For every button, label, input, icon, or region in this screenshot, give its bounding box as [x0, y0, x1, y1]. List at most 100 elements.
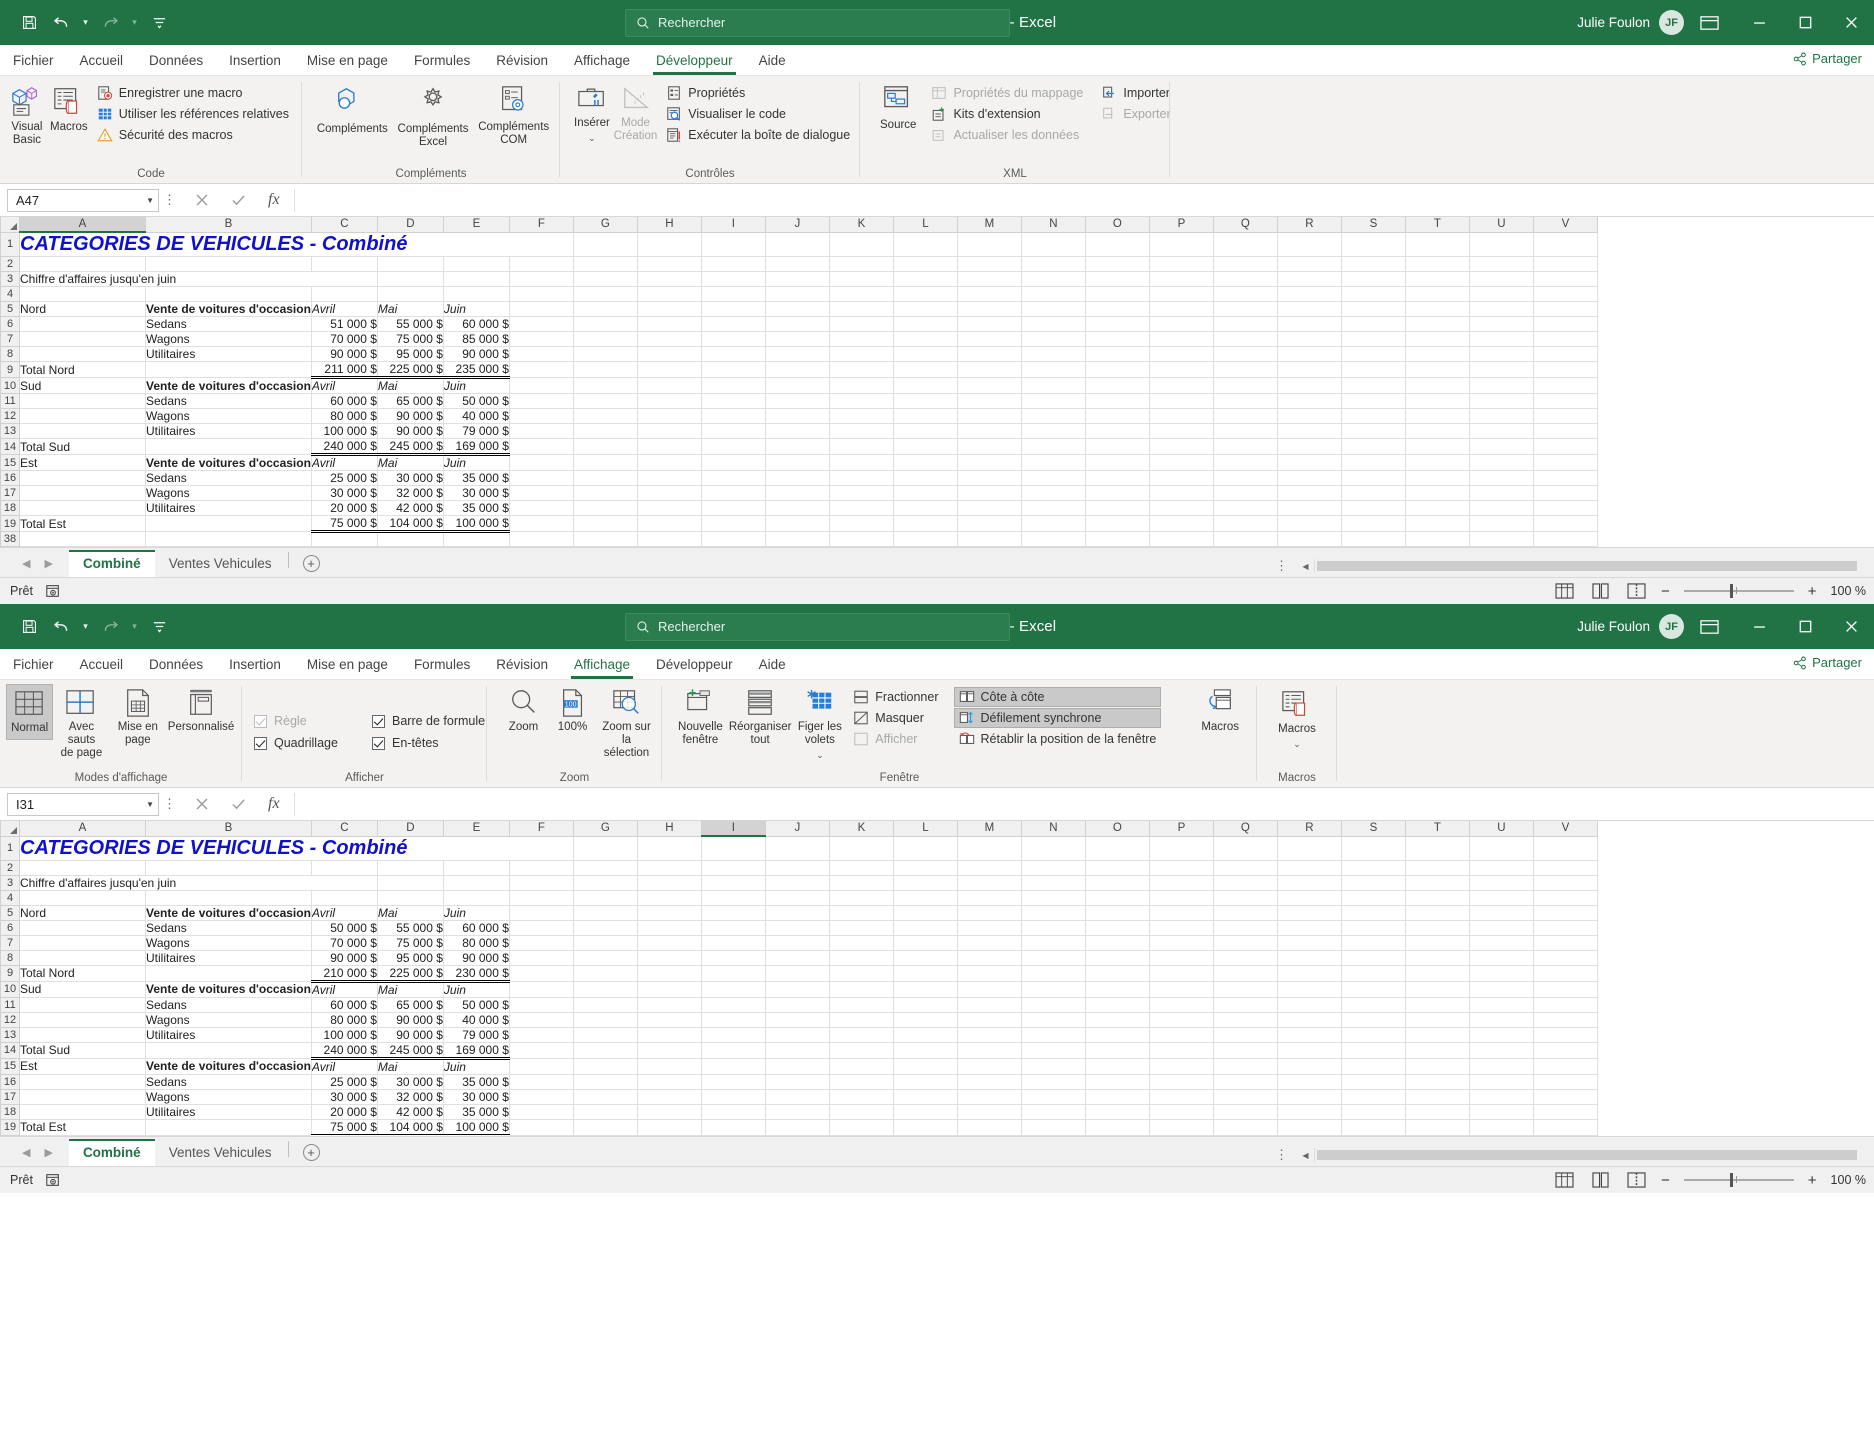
spreadsheet-cell[interactable] [573, 1012, 638, 1028]
column-header-a[interactable]: A [19, 821, 146, 837]
formula-input[interactable] [293, 188, 1868, 212]
row-header[interactable]: 13 [0, 1026, 20, 1043]
tab-developpeur[interactable]: Développeur [643, 45, 746, 75]
spreadsheet-cell[interactable]: 100 000 $ [311, 1027, 378, 1043]
spreadsheet-cell[interactable] [957, 905, 1022, 921]
spreadsheet-cell[interactable] [1277, 423, 1342, 439]
spreadsheet-cell[interactable] [957, 1027, 1022, 1043]
spreadsheet-cell[interactable]: Mai [377, 1058, 444, 1075]
spreadsheet-cell[interactable] [1341, 454, 1406, 471]
spreadsheet-cell[interactable]: Total Sud [19, 438, 146, 455]
spreadsheet-cell[interactable] [1405, 454, 1470, 471]
spreadsheet-cell[interactable]: 90 000 $ [443, 346, 510, 362]
spreadsheet-cell[interactable]: 79 000 $ [443, 1027, 510, 1043]
spreadsheet-cell[interactable] [19, 950, 146, 966]
next-sheet-icon[interactable]: ▶ [44, 1146, 52, 1159]
spreadsheet-cell[interactable] [311, 256, 378, 272]
spreadsheet-cell[interactable] [1341, 890, 1406, 906]
spreadsheet-cell[interactable] [1021, 836, 1086, 861]
insert-function-icon[interactable]: fx [268, 795, 280, 813]
spreadsheet-cell[interactable] [637, 981, 702, 998]
spreadsheet-cell[interactable] [1405, 890, 1470, 906]
spreadsheet-cell[interactable] [443, 890, 510, 906]
spreadsheet-cell[interactable] [1277, 935, 1342, 951]
spreadsheet-cell[interactable] [957, 981, 1022, 998]
spreadsheet-cell[interactable] [1213, 232, 1278, 257]
spreadsheet-cell[interactable] [957, 286, 1022, 302]
spreadsheet-cell[interactable] [1021, 377, 1086, 394]
spreadsheet-cell[interactable] [19, 1104, 146, 1120]
spreadsheet-cell[interactable] [1277, 393, 1342, 409]
spreadsheet-cell[interactable] [1021, 393, 1086, 409]
spreadsheet-cell[interactable] [1085, 393, 1150, 409]
close-button[interactable] [1828, 0, 1874, 45]
spreadsheet-cell[interactable] [1405, 905, 1470, 921]
spreadsheet-cell[interactable] [1277, 836, 1342, 861]
spreadsheet-cell[interactable] [573, 935, 638, 951]
quadrillage-checkbox[interactable]: Quadrillage [248, 732, 366, 754]
spreadsheet-cell[interactable] [1085, 875, 1150, 891]
spreadsheet-cell[interactable] [1405, 1012, 1470, 1028]
spreadsheet-cell[interactable]: 32 000 $ [377, 485, 444, 501]
spreadsheet-cell[interactable] [509, 256, 574, 272]
spreadsheet-cell[interactable] [1469, 232, 1534, 257]
macros-button[interactable]: Macros ⌄ [1263, 684, 1331, 754]
spreadsheet-cell[interactable] [1213, 393, 1278, 409]
sheet-title-cell[interactable]: CATEGORIES DE VEHICULES - Combiné [19, 232, 510, 257]
spreadsheet-cell[interactable] [1405, 920, 1470, 936]
spreadsheet-row[interactable]: 7 Wagons 70 000 $75 000 $85 000 $ [0, 331, 1598, 347]
spreadsheet-cell[interactable] [1341, 1027, 1406, 1043]
row-header[interactable]: 4 [0, 286, 20, 302]
spreadsheet-cell[interactable] [1149, 301, 1214, 317]
spreadsheet-cell[interactable] [509, 232, 574, 257]
zoom-level-label[interactable]: 100 % [1831, 1173, 1866, 1187]
spreadsheet-cell[interactable] [765, 965, 830, 982]
spreadsheet-cell[interactable] [1085, 1058, 1150, 1075]
column-header-d[interactable]: D [376, 821, 444, 837]
row-header[interactable]: 13 [0, 423, 20, 439]
column-header-d[interactable]: D [376, 217, 444, 233]
select-all-corner[interactable] [0, 821, 20, 837]
spreadsheet-cell[interactable] [765, 836, 830, 861]
account-area[interactable]: Julie Foulon JF [1577, 10, 1684, 35]
spreadsheet-cell[interactable] [829, 393, 894, 409]
spreadsheet-cell[interactable] [145, 256, 312, 272]
spreadsheet-cell[interactable] [1405, 393, 1470, 409]
spreadsheet-cell[interactable] [1213, 1089, 1278, 1105]
spreadsheet-cell[interactable] [765, 920, 830, 936]
spreadsheet-cell[interactable] [637, 1089, 702, 1105]
row-header[interactable]: 15 [0, 454, 20, 471]
spreadsheet-cell[interactable] [1085, 438, 1150, 455]
spreadsheet-cell[interactable] [893, 875, 958, 891]
spreadsheet-cell[interactable] [573, 408, 638, 424]
spreadsheet-cell[interactable] [701, 920, 766, 936]
spreadsheet-cell[interactable] [957, 271, 1022, 287]
spreadsheet-cell[interactable] [19, 1074, 146, 1090]
spreadsheet-cell[interactable]: 30 000 $ [377, 470, 444, 486]
spreadsheet-cell[interactable] [509, 997, 574, 1013]
select-all-corner[interactable] [0, 217, 20, 233]
spreadsheet-cell[interactable]: Sud [19, 377, 146, 394]
spreadsheet-cell[interactable] [701, 301, 766, 317]
spreadsheet-cell[interactable] [1341, 965, 1406, 982]
spreadsheet-cell[interactable] [1149, 331, 1214, 347]
row-header[interactable]: 14 [0, 438, 20, 455]
spreadsheet-cell[interactable] [1277, 316, 1342, 332]
spreadsheet-cell[interactable] [765, 438, 830, 455]
spreadsheet-cell[interactable] [19, 286, 146, 302]
spreadsheet-row[interactable]: 12 Wagons 80 000 $90 000 $40 000 $ [0, 1011, 1598, 1028]
spreadsheet-cell[interactable] [1469, 438, 1534, 455]
spreadsheet-cell[interactable] [893, 1074, 958, 1090]
spreadsheet-cell[interactable]: Vente de voitures d'occasion [145, 301, 312, 317]
spreadsheet-cell[interactable] [509, 470, 574, 486]
normal-view-icon[interactable] [1553, 1171, 1575, 1189]
row-header[interactable]: 7 [0, 934, 20, 951]
spreadsheet-cell[interactable] [957, 836, 1022, 861]
spreadsheet-cell[interactable]: 90 000 $ [377, 408, 444, 424]
spreadsheet-cell[interactable]: 169 000 $ [443, 1041, 510, 1060]
spreadsheet-cell[interactable] [1085, 423, 1150, 439]
spreadsheet-cell[interactable] [1341, 515, 1406, 532]
spreadsheet-cell[interactable]: Wagons [145, 408, 312, 424]
spreadsheet-cell[interactable] [893, 316, 958, 332]
spreadsheet-cell[interactable] [1021, 470, 1086, 486]
